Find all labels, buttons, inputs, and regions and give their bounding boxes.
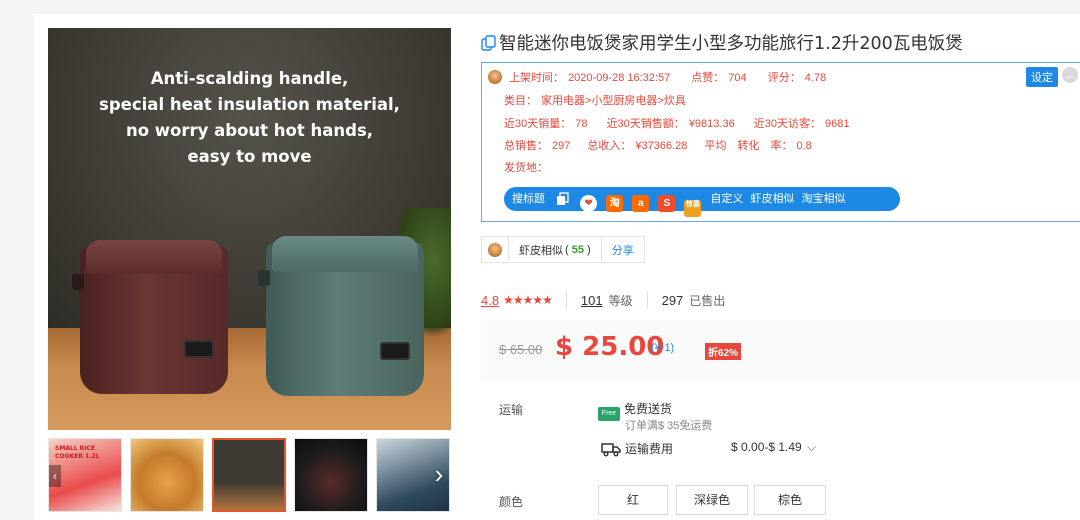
jingxi-icon[interactable]: 惊喜 [684,200,702,217]
chevron-down-icon: ⌵ [807,440,817,454]
color-option-brown[interactable]: 棕色 [754,485,826,515]
thumbnail-label: SMALL RICE COOKER 1.2L [55,445,100,460]
avatar-segment [482,237,509,262]
sales30-value: 78 [575,118,588,130]
shopee-similar-button[interactable]: 虾皮相似 [751,187,795,211]
free-shipping-icon: Free [598,407,620,421]
revenue30-label: 近30天销售额： [606,118,685,130]
current-price: $ 25.00 [555,332,665,362]
sales30-label: 近30天销量： [504,118,572,130]
shipping-fee-range: $ 0.00-$ 1.49 [731,440,802,454]
color-option-dark-green[interactable]: 深绿色 [676,485,748,515]
free-shipping-condition: 订单满$ 35免运费 [625,420,713,432]
rating-value[interactable]: 4.8 [481,293,499,308]
visitors30-label: 近30天访客： [753,118,822,130]
heart-icon[interactable]: ❤ [580,195,598,212]
shipping-fee: 运输费用 [601,440,673,460]
plugin-row-totals: 总销售： 297 总收入： ¥37366.28 平均 转化 率： 0.8 [504,137,816,153]
score-label: 评分： [767,72,801,84]
caption-line: Anti-scalding handle, [150,69,349,88]
score-value: 4.78 [804,72,827,84]
total-sales-label: 总销售： [504,140,548,152]
caption-line: easy to move [187,147,312,166]
star-rating-icon: ★★★★★ [503,293,553,307]
taobao-icon[interactable]: 淘 [606,195,624,212]
similar-count: 55 [571,243,584,256]
rice-cooker-green [258,236,424,396]
custom-button[interactable]: 自定义 [710,187,743,211]
product-main-image[interactable]: Anti-scalding handle, special heat insul… [48,28,451,430]
similar-bar: 虾皮相似( 55 ) 分享 [481,236,645,263]
avg-conversion-value: 0.8 [796,140,812,152]
chevron-up-icon[interactable]: ︿ [1062,67,1078,83]
search-title-button[interactable]: 搜标题 [512,187,545,211]
rice-cooker-red [72,240,228,394]
chevron-left-icon[interactable]: ‹ [49,465,61,487]
plugin-row-listing: 上架时间： 2020-09-28 16:32:57 点赞： 704 评分： 4.78 [488,69,830,85]
total-income-value: ¥37366.28 [635,140,688,152]
product-title-text: 智能迷你电饭煲家用学生小型多功能旅行1.2升200瓦电饭煲 [499,34,963,54]
avatar-icon [488,242,502,257]
ship-from-label: 发货地： [504,162,548,174]
plugin-row-category: 类目： 家用电器>小型厨房电器>炊具 [504,92,690,108]
truck-icon [601,441,621,460]
thumbnail-selected[interactable] [212,438,286,512]
sold-label: 已售出 [689,293,726,308]
avg-conversion-label: 平均 转化 率： [704,140,793,152]
shopee-icon[interactable]: S [658,195,676,212]
copy-icon[interactable] [481,35,497,51]
visitors30-value: 9681 [825,118,850,130]
color-option-red[interactable]: 红 [598,485,668,515]
share-button[interactable]: 分享 [602,237,644,262]
thumbnail[interactable]: SMALL RICE COOKER 1.2L ‹ [48,438,122,512]
level-number[interactable]: 101 [581,293,603,308]
image-caption: Anti-scalding handle, special heat insul… [48,66,451,170]
thumbnail[interactable] [294,438,368,512]
settings-button[interactable]: 设定 [1026,67,1058,87]
total-sales-value: 297 [552,140,571,152]
listed-value: 2020-09-28 16:32:57 [568,72,671,84]
analytics-plugin-panel: 上架时间： 2020-09-28 16:32:57 点赞： 704 评分： 4.78 … [481,62,1080,222]
plugin-row-30days: 近30天销量： 78 近30天销售额： ¥9813.36 近30天访客： 9681 [504,115,854,131]
shipping-fee-label: 运输费用 [625,442,674,456]
avatar-icon [488,70,502,84]
caption-line: no worry about hot hands, [125,121,374,140]
shipping-label: 运输 [499,403,524,417]
shipping-fee-dropdown[interactable]: $ 0.00-$ 1.49 ⌵ [731,440,816,455]
revenue30-value: ¥9813.36 [688,118,735,130]
similar-label: 虾皮相似 [519,244,563,257]
color-label: 颜色 [499,495,524,509]
likes-value: 704 [728,72,747,84]
free-shipping-label: 免费送货 [624,402,673,416]
price-section: $ 65.00 $ 25.00 (¥-1) 折62% [481,320,1080,380]
rating-row: 4.8 ★★★★★ 101 等级 297 已售出 [481,291,739,309]
thumbnail[interactable]: › [376,438,450,512]
divider [646,291,648,309]
caption-line: special heat insulation material, [99,95,400,114]
category-value[interactable]: 家用电器>小型厨房电器>炊具 [541,95,686,107]
original-price: $ 65.00 [499,342,543,357]
alibaba-icon[interactable]: a [632,195,650,212]
price-diff: (¥-1) [651,342,675,354]
taobao-similar-button[interactable]: 淘宝相似 [802,187,846,211]
product-title: 智能迷你电饭煲家用学生小型多功能旅行1.2升200瓦电饭煲 [481,30,963,55]
plugin-row-shipfrom: 发货地： [504,159,552,175]
category-label: 类目： [504,95,537,107]
plugin-toolbar: 搜标题 ❤ 淘 a S 惊喜 自定义 虾皮相似 淘宝相似 [504,187,900,217]
copy-icon[interactable] [554,192,571,209]
thumbnail[interactable] [130,438,204,512]
total-income-label: 总收入： [587,140,632,152]
discount-badge: 折62% [705,343,742,360]
likes-label: 点赞： [691,72,725,84]
thumbnail-strip: SMALL RICE COOKER 1.2L ‹ › [48,438,451,512]
listed-label: 上架时间： [509,72,565,84]
level-label: 等级 [608,293,633,308]
shopee-similar-link[interactable]: 虾皮相似( 55 ) [509,237,602,262]
chevron-right-icon[interactable]: › [427,457,449,491]
divider [565,291,567,309]
sold-number: 297 [661,292,684,308]
